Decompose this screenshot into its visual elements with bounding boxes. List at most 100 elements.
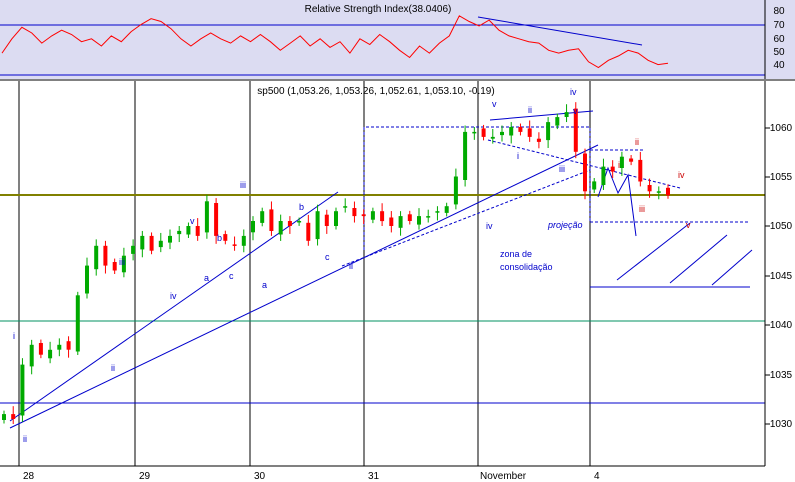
candle-body [555, 117, 560, 126]
candle-body [527, 128, 532, 137]
candle-body [638, 159, 643, 182]
candle-body [195, 226, 200, 236]
candle-body [306, 222, 311, 241]
price-chart-title: sp500 (1,053.26, 1,053.26, 1,052.61, 1,0… [257, 86, 494, 97]
candle-body [472, 131, 477, 134]
candle-body [536, 138, 541, 142]
rsi-panel: Relative Strength Index(38.0406) 80 70 6… [0, 0, 795, 79]
candle-body [463, 131, 468, 180]
candle-body [168, 235, 172, 243]
candle-body [592, 181, 597, 190]
time-axis: 28 29 30 31 November 4 [0, 465, 765, 482]
candle-body [370, 211, 375, 220]
candle-body [251, 221, 255, 233]
price-tick-label: 1030 [770, 419, 793, 430]
candles [2, 102, 670, 424]
rsi-tick-label: 80 [773, 6, 785, 17]
price-tick-label: 1055 [770, 172, 793, 183]
candle-body [85, 265, 89, 294]
wave-label: iii [559, 164, 565, 174]
wave-label: iv [678, 170, 685, 180]
candle-body [214, 203, 219, 236]
candle-body [453, 176, 458, 205]
wave-label: iv [170, 291, 177, 301]
candle-body [94, 245, 99, 270]
candle-body [48, 349, 53, 359]
candle-body [315, 211, 320, 240]
candle-body [38, 343, 43, 355]
candle-body [647, 185, 652, 192]
wave-label: v [686, 220, 691, 230]
date-label: November [480, 471, 527, 482]
wave-label: b [217, 233, 222, 243]
date-label: 28 [23, 471, 35, 482]
candle-body [601, 166, 606, 185]
wave-label: b [299, 202, 304, 212]
candle-body [343, 206, 348, 208]
candle-body [619, 156, 624, 168]
candle-body [186, 226, 191, 235]
zone-hatch-line [616, 222, 691, 281]
candle-body [583, 153, 587, 192]
wave-label: c [325, 252, 330, 262]
date-label: 4 [594, 471, 600, 482]
candle-body [518, 127, 523, 132]
candle-body [287, 221, 292, 226]
candle-body [352, 208, 357, 217]
wave-label: i [517, 151, 519, 161]
candle-body [361, 214, 366, 217]
dashed-trend-lower [341, 169, 591, 267]
candle-body [149, 235, 154, 251]
candle-body [656, 191, 661, 193]
candle-body [398, 216, 403, 228]
wave-label: ii [23, 434, 27, 444]
candle-body [380, 211, 385, 222]
wave-label: i [618, 160, 620, 170]
candle-body [417, 216, 421, 225]
candle-body [324, 214, 329, 226]
wave-label: v [190, 216, 195, 226]
candle-body [131, 245, 136, 254]
date-label: 29 [139, 471, 151, 482]
candle-body [666, 187, 670, 196]
wave-label: a [204, 273, 209, 283]
price-tick-label: 1040 [770, 320, 793, 331]
consolidation-label-1: zona de [500, 249, 532, 259]
rsi-tick-label: 60 [773, 34, 785, 45]
candle-body [241, 235, 246, 246]
candle-body [66, 341, 71, 350]
candle-body [500, 131, 504, 136]
wave-label: c [229, 271, 234, 281]
wave-label: iii [639, 204, 645, 214]
trendline-short [9, 191, 339, 422]
trendline-long [9, 144, 599, 429]
price-tick-label: 1050 [770, 221, 793, 232]
projection-label: projeção [547, 220, 583, 230]
candle-body [11, 414, 16, 419]
consolidation-box-dashed [363, 126, 591, 250]
candle-body [481, 128, 486, 137]
candle-body [407, 214, 412, 221]
wave-label: iii [240, 180, 246, 190]
rsi-tick-label: 70 [773, 20, 785, 31]
candle-body [297, 221, 302, 223]
date-label: 30 [254, 471, 266, 482]
candle-body [546, 122, 551, 141]
price-tick-label: 1045 [770, 271, 793, 282]
candle-body [260, 211, 265, 223]
price-tick-label: 1035 [770, 370, 793, 381]
wave-label: ii [528, 105, 532, 115]
candle-body [112, 262, 117, 271]
price-panel: 1060 1055 1050 1045 1040 1035 1030 sp500… [0, 81, 793, 466]
candle-body [75, 295, 80, 352]
candle-body [389, 217, 394, 226]
candle-body [334, 211, 338, 226]
wave-label: a [262, 280, 267, 290]
candle-body [509, 127, 514, 136]
date-label: 31 [368, 471, 380, 482]
candle-body [29, 344, 34, 367]
rsi-tick-label: 40 [773, 60, 785, 71]
price-tick-label: 1060 [770, 123, 793, 134]
candle-body [177, 230, 182, 235]
zone-hatch-line [711, 249, 753, 286]
